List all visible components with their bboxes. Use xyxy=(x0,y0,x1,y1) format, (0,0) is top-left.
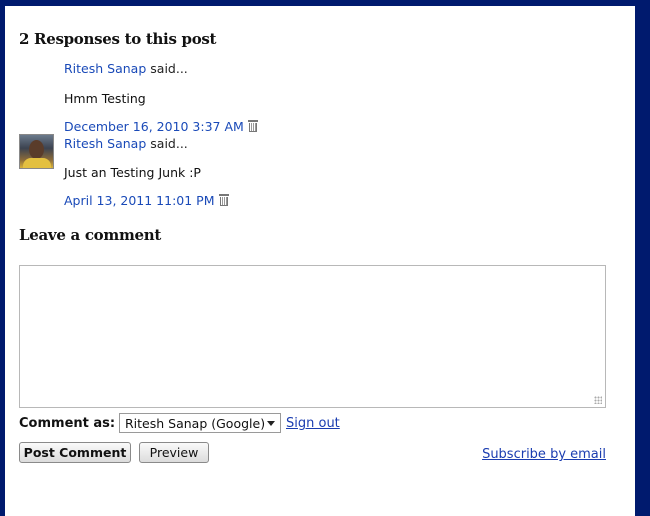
comment-body: Just an Testing Junk :P xyxy=(64,165,201,180)
chevron-down-icon xyxy=(267,421,275,426)
subscribe-by-email-link[interactable]: Subscribe by email xyxy=(482,447,606,462)
comment-author-link[interactable]: Ritesh Sanap xyxy=(64,136,146,151)
comment-timestamp-link[interactable]: April 13, 2011 11:01 PM xyxy=(64,193,215,208)
comments-heading: 2 Responses to this post xyxy=(19,30,217,48)
comment-as-label: Comment as: xyxy=(19,416,116,431)
post-comment-button[interactable]: Post Comment xyxy=(19,442,131,463)
identity-select[interactable]: Ritesh Sanap (Google) xyxy=(119,413,281,433)
comments-page: 2 Responses to this post Ritesh Sanap sa… xyxy=(5,6,635,516)
trash-icon[interactable] xyxy=(218,194,229,206)
said-label: said... xyxy=(150,136,188,151)
identity-select-value: Ritesh Sanap (Google) xyxy=(125,416,266,431)
comment-header: Ritesh Sanap said... xyxy=(64,136,188,151)
comment-header: Ritesh Sanap said... xyxy=(64,61,188,76)
resize-grip-icon[interactable] xyxy=(594,396,602,404)
avatar xyxy=(19,134,54,169)
leave-comment-heading: Leave a comment xyxy=(19,226,161,244)
preview-button[interactable]: Preview xyxy=(139,442,209,463)
comment-textarea[interactable] xyxy=(19,265,606,408)
comment-body: Hmm Testing xyxy=(64,91,146,106)
comment-author-link[interactable]: Ritesh Sanap xyxy=(64,61,146,76)
trash-icon[interactable] xyxy=(247,120,258,132)
sign-out-link[interactable]: Sign out xyxy=(286,416,340,431)
comment-timestamp-link[interactable]: December 16, 2010 3:37 AM xyxy=(64,119,244,134)
said-label: said... xyxy=(150,61,188,76)
comment-footer: April 13, 2011 11:01 PM xyxy=(64,193,229,208)
comment-footer: December 16, 2010 3:37 AM xyxy=(64,119,258,134)
